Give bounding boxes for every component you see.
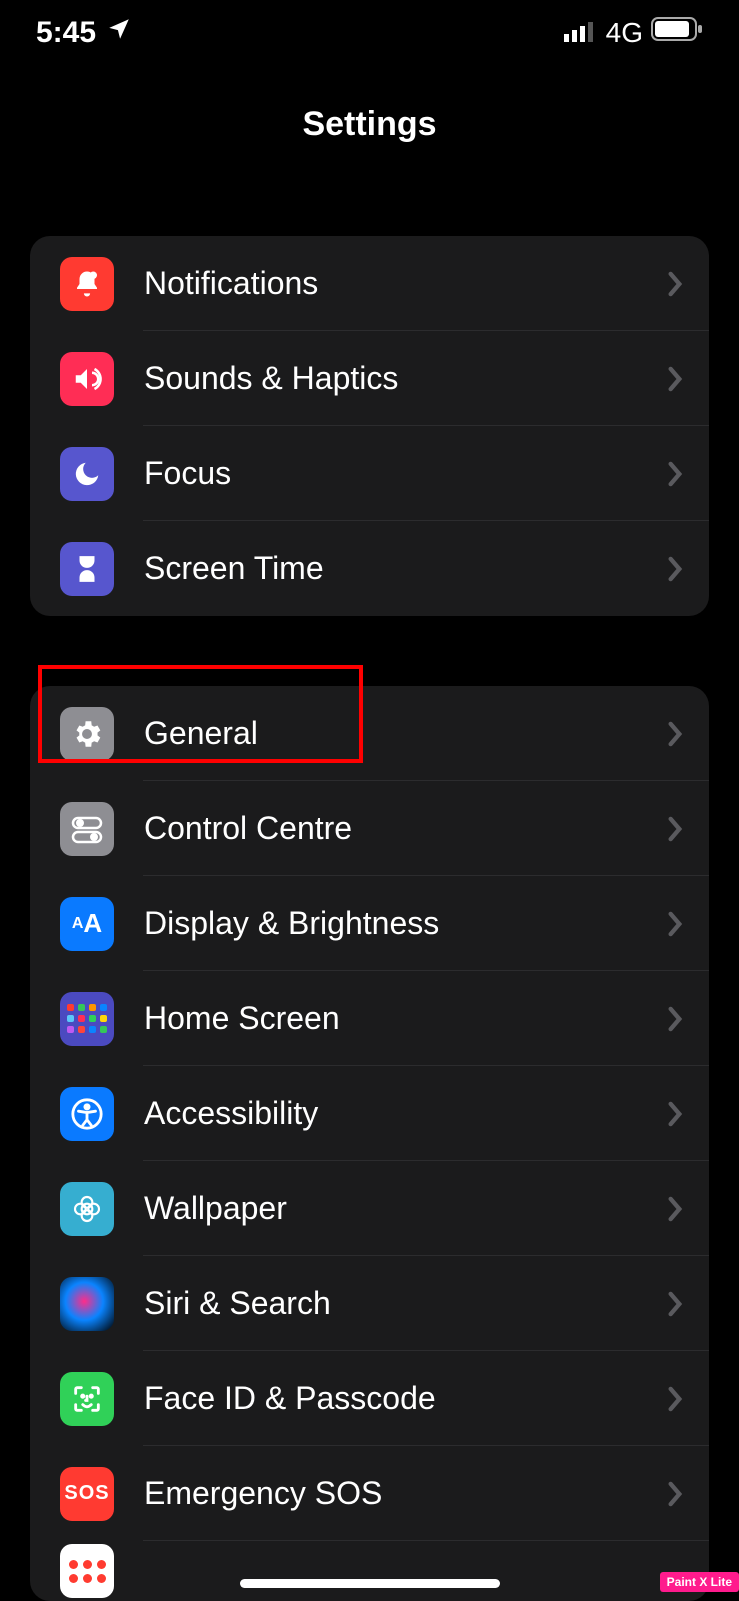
status-left: 5:45: [36, 16, 132, 50]
face-id-icon: [60, 1372, 114, 1426]
sounds-icon: [60, 352, 114, 406]
wallpaper-icon: [60, 1182, 114, 1236]
row-label: Accessibility: [144, 1095, 667, 1132]
settings-group-2: General Control Centre AA Display & Brig…: [30, 686, 709, 1601]
row-sounds-haptics[interactable]: Sounds & Haptics: [30, 331, 709, 426]
network-label: 4G: [606, 17, 643, 49]
row-accessibility[interactable]: Accessibility: [30, 1066, 709, 1161]
row-label: Notifications: [144, 265, 667, 302]
row-emergency-sos[interactable]: SOS Emergency SOS: [30, 1446, 709, 1541]
row-label: Siri & Search: [144, 1285, 667, 1322]
chevron-right-icon: [667, 366, 683, 392]
cellular-signal-icon: [564, 16, 598, 50]
screen-time-icon: [60, 542, 114, 596]
row-face-id-passcode[interactable]: Face ID & Passcode: [30, 1351, 709, 1446]
row-label: Face ID & Passcode: [144, 1380, 667, 1417]
row-display-brightness[interactable]: AA Display & Brightness: [30, 876, 709, 971]
row-label: General: [144, 715, 667, 752]
focus-icon: [60, 447, 114, 501]
row-screen-time[interactable]: Screen Time: [30, 521, 709, 616]
home-screen-icon: [60, 992, 114, 1046]
sos-icon: SOS: [60, 1467, 114, 1521]
chevron-right-icon: [667, 1291, 683, 1317]
status-bar: 5:45 4G: [0, 0, 739, 65]
settings-group-1: Notifications Sounds & Haptics Focus S: [30, 236, 709, 616]
accessibility-icon: [60, 1087, 114, 1141]
row-notifications[interactable]: Notifications: [30, 236, 709, 331]
row-label: Emergency SOS: [144, 1475, 667, 1512]
row-label: Control Centre: [144, 810, 667, 847]
watermark: Paint X Lite: [660, 1572, 739, 1592]
chevron-right-icon: [667, 721, 683, 747]
location-icon: [106, 16, 132, 50]
chevron-right-icon: [667, 1101, 683, 1127]
row-siri-search[interactable]: Siri & Search: [30, 1256, 709, 1351]
row-partial-next[interactable]: [30, 1541, 709, 1601]
row-label: Wallpaper: [144, 1190, 667, 1227]
chevron-right-icon: [667, 1196, 683, 1222]
row-home-screen[interactable]: Home Screen: [30, 971, 709, 1066]
battery-icon: [651, 16, 703, 50]
row-general[interactable]: General: [30, 686, 709, 781]
row-focus[interactable]: Focus: [30, 426, 709, 521]
row-label: Screen Time: [144, 550, 667, 587]
chevron-right-icon: [667, 1386, 683, 1412]
chevron-right-icon: [667, 1006, 683, 1032]
home-indicator[interactable]: [240, 1579, 500, 1588]
display-icon: AA: [60, 897, 114, 951]
chevron-right-icon: [667, 556, 683, 582]
exposure-icon: [60, 1544, 114, 1598]
row-wallpaper[interactable]: Wallpaper: [30, 1161, 709, 1256]
status-right: 4G: [564, 16, 703, 50]
chevron-right-icon: [667, 816, 683, 842]
chevron-right-icon: [667, 271, 683, 297]
row-control-centre[interactable]: Control Centre: [30, 781, 709, 876]
control-centre-icon: [60, 802, 114, 856]
chevron-right-icon: [667, 911, 683, 937]
row-label: Home Screen: [144, 1000, 667, 1037]
page-title: Settings: [0, 65, 739, 182]
chevron-right-icon: [667, 461, 683, 487]
general-icon: [60, 707, 114, 761]
chevron-right-icon: [667, 1481, 683, 1507]
row-label: Focus: [144, 455, 667, 492]
siri-icon: [60, 1277, 114, 1331]
notifications-icon: [60, 257, 114, 311]
row-label: Display & Brightness: [144, 905, 667, 942]
row-label: Sounds & Haptics: [144, 360, 667, 397]
status-time: 5:45: [36, 16, 96, 50]
